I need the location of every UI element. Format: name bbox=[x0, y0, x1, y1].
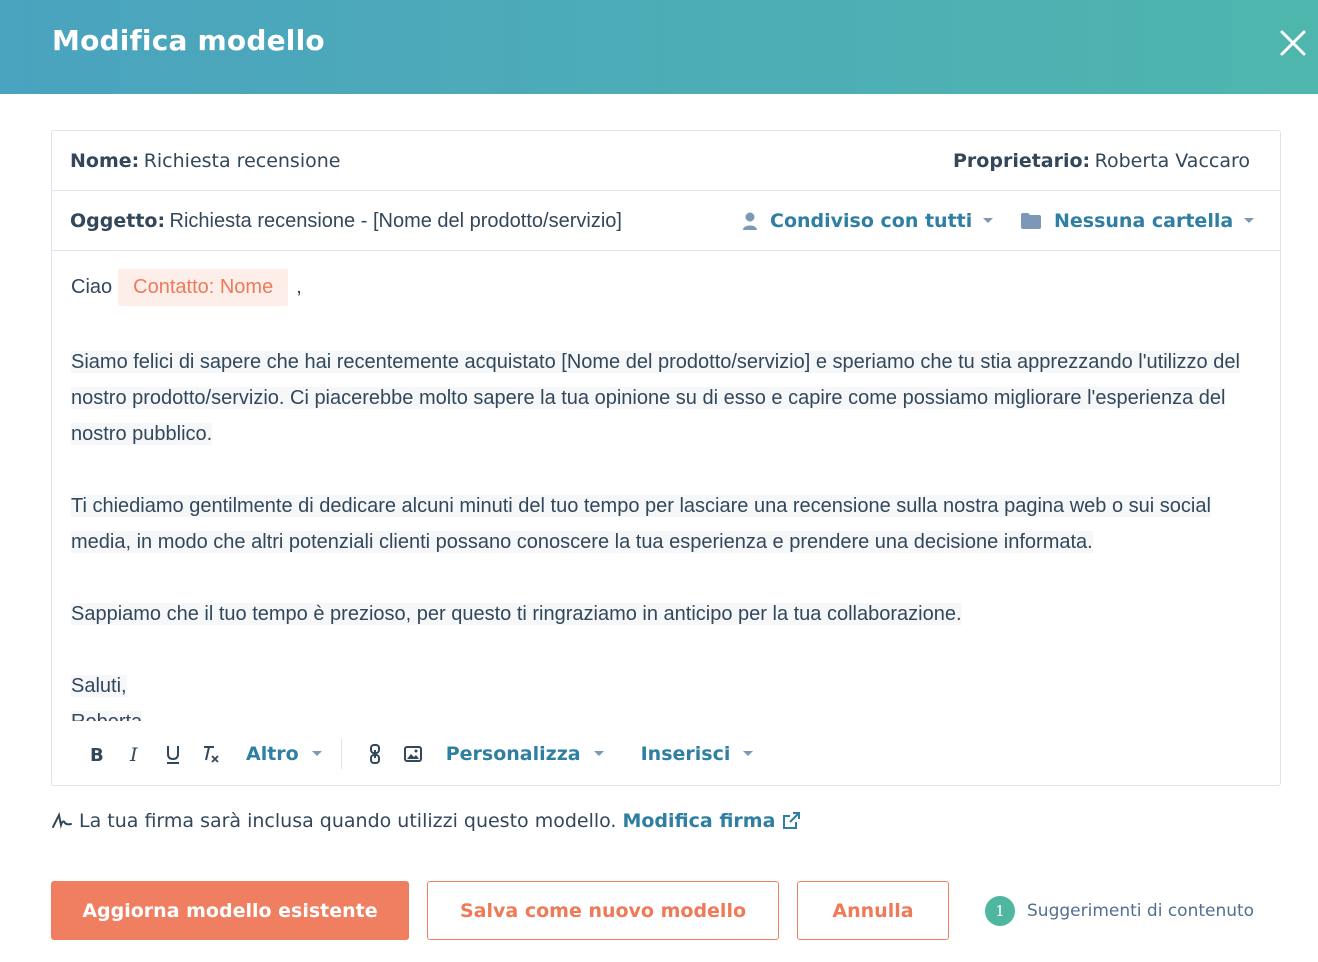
body-paragraph-text: Siamo felici di sapere che hai recenteme… bbox=[71, 351, 1240, 445]
chevron-down-icon bbox=[311, 750, 323, 758]
subject-field[interactable]: Oggetto: Richiesta recensione - [Nome de… bbox=[70, 210, 622, 233]
cancel-button[interactable]: Annulla bbox=[797, 881, 949, 940]
closing-text: Saluti, bbox=[71, 675, 127, 697]
signature-note: La tua firma sarà inclusa quando utilizz… bbox=[51, 810, 801, 832]
suggestions-count-badge: 1 bbox=[985, 896, 1015, 926]
user-icon bbox=[742, 211, 758, 231]
link-icon[interactable] bbox=[356, 739, 394, 769]
greeting-text: Ciao bbox=[71, 276, 113, 298]
closing-block: Saluti, Roberta bbox=[71, 668, 1261, 721]
body-paragraph: Siamo felici di sapere che hai recenteme… bbox=[71, 344, 1261, 452]
external-link-icon bbox=[781, 811, 801, 831]
update-template-button[interactable]: Aggiorna modello esistente bbox=[51, 881, 409, 940]
personalize-dropdown[interactable]: Personalizza bbox=[446, 743, 605, 765]
folder-icon bbox=[1020, 212, 1042, 230]
signature-name-text: Roberta bbox=[71, 711, 143, 721]
more-label: Altro bbox=[246, 743, 299, 765]
template-editor-panel: Nome: Richiesta recensione Proprietario:… bbox=[51, 130, 1281, 786]
close-icon[interactable] bbox=[1278, 28, 1308, 58]
svg-text:B: B bbox=[90, 745, 104, 763]
edit-signature-label: Modifica firma bbox=[622, 810, 776, 832]
chevron-down-icon bbox=[1243, 217, 1255, 225]
clear-format-icon[interactable] bbox=[192, 739, 230, 769]
signature-note-text: La tua firma sarà inclusa quando utilizz… bbox=[79, 810, 617, 832]
modal-title: Modifica modello bbox=[52, 24, 325, 57]
email-body-editor[interactable]: Ciao Contatto: Nome , Siamo felici di sa… bbox=[52, 251, 1280, 721]
content-suggestions[interactable]: 1 Suggerimenti di contenuto bbox=[985, 896, 1254, 926]
name-label: Nome: bbox=[70, 150, 140, 172]
name-row: Nome: Richiesta recensione Proprietario:… bbox=[52, 131, 1280, 191]
body-paragraph-text: Sappiamo che il tuo tempo è prezioso, pe… bbox=[71, 603, 962, 625]
subject-value[interactable]: Richiesta recensione - [Nome del prodott… bbox=[170, 210, 622, 232]
body-paragraph: Sappiamo che il tuo tempo è prezioso, pe… bbox=[71, 596, 1261, 632]
bold-icon[interactable]: B bbox=[78, 739, 116, 769]
subject-label: Oggetto: bbox=[70, 210, 166, 232]
chevron-down-icon bbox=[982, 217, 994, 225]
signature-icon bbox=[51, 811, 73, 831]
chevron-down-icon bbox=[742, 750, 754, 758]
owner-field: Proprietario: Roberta Vaccaro bbox=[953, 150, 1250, 172]
folder-label: Nessuna cartella bbox=[1054, 210, 1234, 232]
toolbar-divider bbox=[340, 739, 342, 769]
name-field[interactable]: Nome: Richiesta recensione bbox=[70, 150, 340, 172]
owner-label: Proprietario: bbox=[953, 150, 1091, 172]
sharing-dropdown[interactable]: Condiviso con tutti bbox=[742, 210, 994, 232]
svg-text:I: I bbox=[129, 745, 138, 763]
modal-header: Modifica modello bbox=[0, 0, 1318, 94]
greeting-suffix: , bbox=[296, 276, 302, 298]
folder-dropdown[interactable]: Nessuna cartella bbox=[1020, 210, 1255, 232]
italic-icon[interactable]: I bbox=[116, 739, 154, 769]
underline-icon[interactable] bbox=[154, 739, 192, 769]
insert-label: Inserisci bbox=[640, 743, 731, 765]
chevron-down-icon bbox=[593, 750, 605, 758]
contact-name-token[interactable]: Contatto: Nome bbox=[118, 269, 289, 306]
editor-toolbar: B I Altro Personalizza Inserisci bbox=[52, 721, 1280, 787]
personalize-label: Personalizza bbox=[445, 743, 581, 765]
save-new-template-button[interactable]: Salva come nuovo modello bbox=[427, 881, 779, 940]
owner-value: Roberta Vaccaro bbox=[1094, 150, 1250, 172]
sharing-label: Condiviso con tutti bbox=[770, 210, 973, 232]
more-dropdown[interactable]: Altro bbox=[246, 743, 323, 765]
greeting-line: Ciao Contatto: Nome , bbox=[71, 269, 302, 306]
name-value[interactable]: Richiesta recensione bbox=[144, 150, 341, 172]
image-icon[interactable] bbox=[394, 739, 432, 769]
body-paragraph: Ti chiediamo gentilmente di dedicare alc… bbox=[71, 488, 1261, 560]
insert-dropdown[interactable]: Inserisci bbox=[641, 743, 755, 765]
suggestions-label: Suggerimenti di contenuto bbox=[1027, 901, 1255, 921]
body-paragraph-text: Ti chiediamo gentilmente di dedicare alc… bbox=[71, 495, 1211, 553]
subject-row: Oggetto: Richiesta recensione - [Nome de… bbox=[52, 191, 1280, 251]
edit-signature-link[interactable]: Modifica firma bbox=[622, 810, 801, 832]
